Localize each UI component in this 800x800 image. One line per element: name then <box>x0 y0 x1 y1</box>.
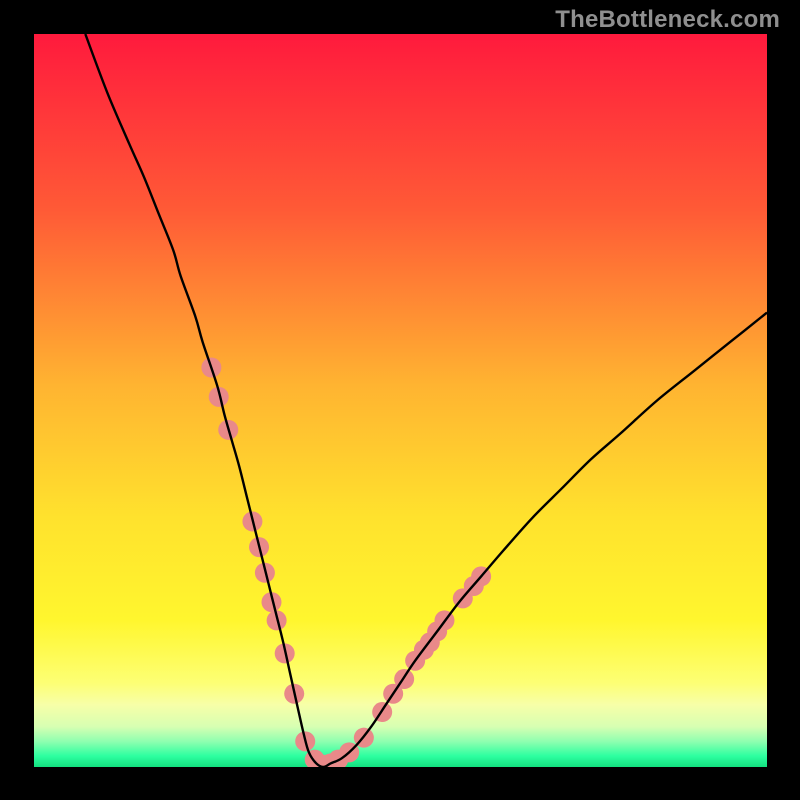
chart-svg <box>34 34 767 767</box>
plot-area <box>34 34 767 767</box>
outer-frame: TheBottleneck.com <box>0 0 800 800</box>
watermark-text: TheBottleneck.com <box>555 6 780 34</box>
